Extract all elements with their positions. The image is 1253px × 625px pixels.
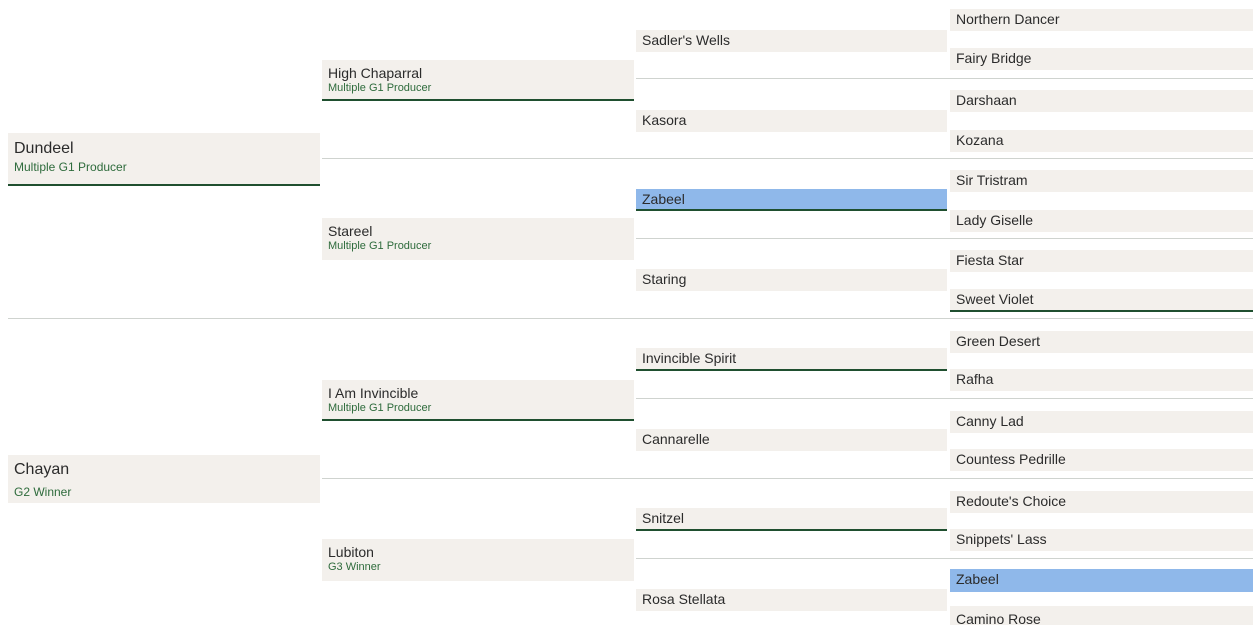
pedigree-entry[interactable]: I Am Invincible Multiple G1 Producer <box>322 380 634 421</box>
horse-name[interactable]: Zabeel <box>956 569 1253 589</box>
divider <box>636 558 1253 559</box>
pedigree-entry-highlighted[interactable]: Zabeel <box>636 189 947 211</box>
horse-name[interactable]: Stareel <box>328 223 634 240</box>
horse-note: Multiple G1 Producer <box>328 240 432 252</box>
horse-name[interactable]: Canny Lad <box>956 411 1253 431</box>
pedigree-entry-highlighted[interactable]: Zabeel <box>950 569 1253 592</box>
pedigree-entry[interactable]: Cannarelle <box>636 429 947 451</box>
horse-name[interactable]: Dundeel <box>14 139 320 159</box>
horse-name[interactable]: Northern Dancer <box>956 9 1253 29</box>
pedigree-entry[interactable]: Lubiton G3 Winner <box>322 539 634 581</box>
horse-note: G2 Winner <box>14 485 72 499</box>
pedigree-entry[interactable]: Camino Rose <box>950 606 1253 625</box>
pedigree-entry[interactable]: Fiesta Star <box>950 250 1253 272</box>
horse-name[interactable]: Countess Pedrille <box>956 449 1253 469</box>
horse-name[interactable]: Rosa Stellata <box>642 589 947 609</box>
divider <box>322 478 1253 479</box>
pedigree-entry[interactable]: Snippets' Lass <box>950 529 1253 551</box>
pedigree-entry-dam[interactable]: Chayan G2 Winner <box>8 455 320 503</box>
horse-name[interactable]: Sir Tristram <box>956 170 1253 190</box>
horse-name[interactable]: Snitzel <box>642 508 947 528</box>
horse-name[interactable]: Lubiton <box>328 544 634 561</box>
horse-name[interactable]: Kasora <box>642 110 947 130</box>
divider <box>636 398 1253 399</box>
pedigree-entry[interactable]: Invincible Spirit <box>636 348 947 371</box>
pedigree-entry[interactable]: Sadler's Wells <box>636 30 947 52</box>
pedigree-entry[interactable]: Staring <box>636 269 947 291</box>
pedigree-entry[interactable]: Kasora <box>636 110 947 132</box>
divider <box>636 78 1253 79</box>
horse-name[interactable]: Sadler's Wells <box>642 30 947 50</box>
divider <box>322 158 1253 159</box>
horse-name[interactable]: Chayan <box>14 460 320 480</box>
horse-name[interactable]: Fiesta Star <box>956 250 1253 270</box>
horse-name[interactable]: Redoute's Choice <box>956 491 1253 511</box>
pedigree-entry[interactable]: Stareel Multiple G1 Producer <box>322 218 634 260</box>
pedigree-entry[interactable]: Rafha <box>950 369 1253 391</box>
pedigree-entry[interactable]: Fairy Bridge <box>950 48 1253 70</box>
horse-name[interactable]: Darshaan <box>956 90 1253 110</box>
pedigree-entry[interactable]: Darshaan <box>950 90 1253 112</box>
horse-note: Multiple G1 Producer <box>328 82 432 94</box>
pedigree-entry-sire[interactable]: Dundeel Multiple G1 Producer <box>8 133 320 186</box>
pedigree-entry[interactable]: Redoute's Choice <box>950 491 1253 513</box>
horse-name[interactable]: Zabeel <box>642 189 947 209</box>
pedigree-entry[interactable]: Sweet Violet <box>950 289 1253 312</box>
horse-name[interactable]: Fairy Bridge <box>956 48 1253 68</box>
pedigree-entry[interactable]: Kozana <box>950 130 1253 152</box>
pedigree-entry[interactable]: Countess Pedrille <box>950 449 1253 471</box>
pedigree-entry[interactable]: Green Desert <box>950 331 1253 353</box>
pedigree-entry[interactable]: Rosa Stellata <box>636 589 947 611</box>
horse-name[interactable]: I Am Invincible <box>328 385 634 402</box>
pedigree-entry[interactable]: Lady Giselle <box>950 210 1253 232</box>
horse-name[interactable]: Invincible Spirit <box>642 348 947 368</box>
horse-note: Multiple G1 Producer <box>328 402 432 414</box>
pedigree-entry[interactable]: Snitzel <box>636 508 947 531</box>
divider <box>636 238 1253 239</box>
horse-name[interactable]: Cannarelle <box>642 429 947 449</box>
divider <box>8 318 1253 319</box>
pedigree-entry[interactable]: Canny Lad <box>950 411 1253 433</box>
horse-name[interactable]: Sweet Violet <box>956 289 1253 309</box>
horse-name[interactable]: Camino Rose <box>956 609 1253 625</box>
horse-name[interactable]: Staring <box>642 269 947 289</box>
horse-name[interactable]: Kozana <box>956 130 1253 150</box>
horse-name[interactable]: Snippets' Lass <box>956 529 1253 549</box>
horse-note: Multiple G1 Producer <box>14 160 127 174</box>
horse-note: G3 Winner <box>328 561 381 573</box>
pedigree-entry[interactable]: High Chaparral Multiple G1 Producer <box>322 60 634 101</box>
horse-name[interactable]: Rafha <box>956 369 1253 389</box>
pedigree-entry[interactable]: Northern Dancer <box>950 9 1253 31</box>
horse-name[interactable]: High Chaparral <box>328 65 634 82</box>
horse-name[interactable]: Green Desert <box>956 331 1253 351</box>
horse-name[interactable]: Lady Giselle <box>956 210 1253 230</box>
pedigree-entry[interactable]: Sir Tristram <box>950 170 1253 192</box>
